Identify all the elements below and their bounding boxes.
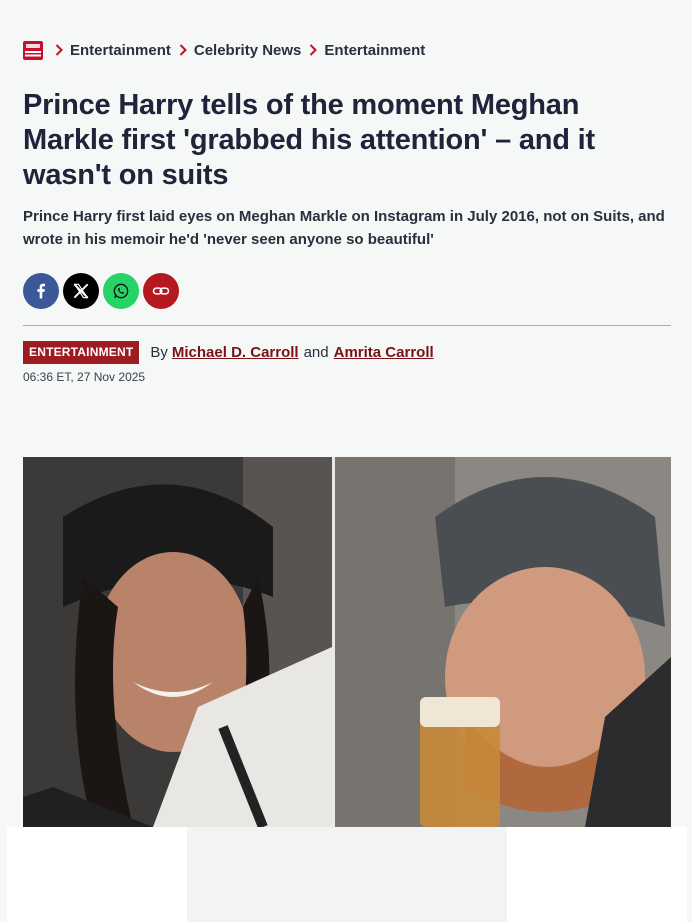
article-standfirst: Prince Harry first laid eyes on Meghan M… [23,208,665,248]
chevron-right-icon [175,44,191,56]
article-headline: Prince Harry tells of the moment Meghan … [23,89,595,191]
author-link[interactable]: Amrita Carroll [334,344,434,361]
x-icon [73,283,89,299]
breadcrumb: Entertainment Celebrity News Entertainme… [23,40,425,60]
site-logo[interactable] [23,40,43,60]
share-x-button[interactable] [63,273,99,309]
chevron-right-icon [51,44,67,56]
divider [23,325,671,326]
hero-image[interactable] [23,457,671,827]
share-whatsapp-button[interactable] [103,273,139,309]
hero-photo-left [23,457,332,827]
author-link[interactable]: Michael D. Carroll [172,344,299,361]
chevron-right-icon [305,44,321,56]
and-label: and [303,344,329,361]
breadcrumb-entertainment[interactable]: Entertainment [70,42,171,59]
share-facebook-button[interactable] [23,273,59,309]
hero-photo-right [335,457,671,827]
publish-timestamp: 06:36 ET, 27 Nov 2025 [23,370,146,384]
ad-placeholder [187,827,507,922]
link-icon [152,287,170,295]
byline: ENTERTAINMENT By Michael D. Carroll and … [23,341,434,364]
breadcrumb-celebrity-news[interactable]: Celebrity News [194,42,302,59]
by-label: By [150,344,168,361]
breadcrumb-entertainment-sub[interactable]: Entertainment [324,42,425,59]
copy-link-button[interactable] [143,273,179,309]
whatsapp-icon [113,283,129,299]
facebook-icon [37,283,45,299]
share-bar [23,273,179,309]
category-tag[interactable]: ENTERTAINMENT [23,341,140,364]
